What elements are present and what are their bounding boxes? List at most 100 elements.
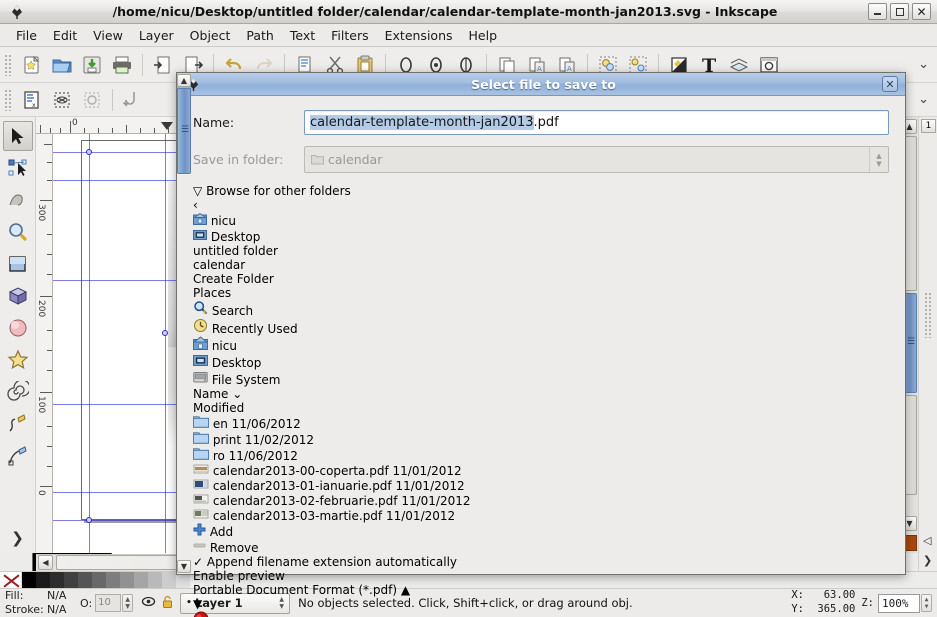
snap-toolbar-overflow-icon[interactable]: ⌄ bbox=[918, 92, 929, 107]
table-row[interactable]: en 11/06/2012 bbox=[193, 415, 471, 431]
snap-path-icon[interactable] bbox=[118, 85, 148, 115]
menu-extensions[interactable]: Extensions bbox=[377, 26, 461, 45]
cancel-button[interactable]: Cancel bbox=[193, 611, 889, 617]
tool-tweak[interactable] bbox=[3, 185, 33, 215]
breadcrumb-desktop[interactable]: Desktop bbox=[193, 228, 889, 244]
path-back-button[interactable]: ‹ bbox=[193, 198, 889, 212]
path-breadcrumb-bar: ‹ nicu Desktop untitled folder calendar … bbox=[192, 198, 889, 286]
opacity-spinner[interactable]: ▲ ▼ bbox=[122, 594, 134, 612]
breadcrumb-calendar[interactable]: calendar bbox=[193, 258, 889, 272]
palette-swatch[interactable] bbox=[92, 572, 106, 589]
enable-preview-row[interactable]: Enable preview bbox=[193, 569, 889, 583]
menu-edit[interactable]: Edit bbox=[45, 26, 85, 45]
table-row[interactable]: calendar2013-02-februarie.pdf 11/01/2012 bbox=[193, 493, 471, 508]
filename-input[interactable]: calendar-template-month-jan2013 .pdf bbox=[304, 110, 889, 135]
print-icon[interactable] bbox=[107, 50, 137, 80]
palette-swatch[interactable] bbox=[148, 572, 162, 589]
append-extension-checkbox[interactable]: ✓ bbox=[193, 555, 203, 569]
tool-ellipse[interactable] bbox=[3, 313, 33, 343]
tool-zoom[interactable] bbox=[3, 217, 33, 247]
recent-clock-icon bbox=[193, 319, 212, 336]
toolbox-more-icon[interactable]: ❯ bbox=[11, 529, 24, 547]
import-icon[interactable] bbox=[148, 50, 178, 80]
toolbar-grip[interactable] bbox=[4, 53, 13, 76]
guide-handle[interactable] bbox=[86, 517, 92, 523]
save-in-folder-combo[interactable]: calendar ▲ ▼ bbox=[304, 146, 889, 173]
place-item-nicu[interactable]: nicu bbox=[193, 336, 298, 353]
column-header-name[interactable]: Name ⌄ bbox=[193, 387, 889, 401]
tool-star[interactable] bbox=[3, 345, 33, 375]
add-place-button[interactable]: Add bbox=[193, 523, 889, 539]
breadcrumb-untitled-folder[interactable]: untitled folder bbox=[193, 244, 889, 258]
folder-combo-spinner[interactable]: ▲ ▼ bbox=[869, 147, 888, 172]
palette-swatch[interactable] bbox=[106, 572, 120, 589]
dock-collapse-icon[interactable]: ◁ bbox=[923, 534, 931, 547]
dialog-close-button[interactable]: ✕ bbox=[882, 76, 898, 92]
place-item-file-system[interactable]: File System bbox=[193, 370, 298, 387]
table-row[interactable]: calendar2013-01-ianuarie.pdf 11/01/2012 bbox=[193, 478, 471, 493]
guide-handle[interactable] bbox=[162, 330, 168, 336]
menu-path[interactable]: Path bbox=[238, 26, 281, 45]
new-document-icon[interactable] bbox=[17, 50, 47, 80]
menu-file[interactable]: File bbox=[8, 26, 45, 45]
tool-rectangle[interactable] bbox=[3, 249, 33, 279]
menu-filters[interactable]: Filters bbox=[323, 26, 376, 45]
place-item-recently-used[interactable]: Recently Used bbox=[193, 318, 298, 336]
palette-swatch[interactable] bbox=[162, 572, 176, 589]
fill-stroke-indicator[interactable]: Fill: N/A Stroke: N/A bbox=[0, 589, 74, 617]
place-item-desktop[interactable]: Desktop bbox=[193, 353, 298, 370]
file-modified: 11/02/2012 bbox=[244, 433, 315, 447]
snap-bounding-box-icon[interactable]: x bbox=[17, 85, 47, 115]
snap-nodes-icon[interactable] bbox=[47, 85, 77, 115]
tool-3d-box[interactable] bbox=[3, 281, 33, 311]
menu-help[interactable]: Help bbox=[461, 26, 506, 45]
column-header-modified[interactable]: Modified bbox=[193, 401, 889, 415]
menu-view[interactable]: View bbox=[85, 26, 131, 45]
scroll-left-icon[interactable]: ◀ bbox=[38, 555, 53, 570]
breadcrumb-nicu[interactable]: nicu bbox=[192, 212, 889, 228]
filetype-combo[interactable]: Portable Document Format (*.pdf) ▲ ▼ bbox=[193, 583, 889, 611]
palette-swatch[interactable] bbox=[134, 572, 148, 589]
minimize-button[interactable] bbox=[868, 3, 887, 20]
close-button[interactable]: ✕ bbox=[912, 3, 931, 20]
snap-toolbar-grip[interactable] bbox=[4, 88, 13, 111]
menu-object[interactable]: Object bbox=[182, 26, 239, 45]
page-indicator[interactable]: 1 bbox=[921, 119, 936, 133]
table-row[interactable]: print 11/02/2012 bbox=[193, 431, 471, 447]
layer-lock-icon[interactable] bbox=[161, 595, 174, 612]
toolbar-overflow-icon[interactable]: ⌄ bbox=[918, 57, 929, 72]
append-extension-row[interactable]: ✓ Append filename extension automaticall… bbox=[193, 555, 889, 569]
palette-swatch[interactable] bbox=[120, 572, 134, 589]
open-folder-icon[interactable] bbox=[47, 50, 77, 80]
tool-node-editor[interactable] bbox=[3, 153, 33, 183]
dock-expand-icon[interactable]: ❯ bbox=[923, 554, 932, 567]
create-folder-button[interactable]: Create Folder bbox=[193, 272, 889, 286]
maximize-button[interactable] bbox=[890, 3, 909, 20]
guide-handle[interactable] bbox=[86, 149, 92, 155]
sort-descending-icon: ⌄ bbox=[232, 387, 243, 401]
tool-spiral[interactable] bbox=[3, 377, 33, 407]
save-icon[interactable] bbox=[77, 50, 107, 80]
palette-swatch[interactable] bbox=[64, 572, 78, 589]
menu-text[interactable]: Text bbox=[282, 26, 323, 45]
palette-swatch[interactable] bbox=[50, 572, 64, 589]
table-row[interactable]: ro 11/06/2012 bbox=[193, 447, 471, 463]
table-row[interactable]: calendar2013-00-coperta.pdf 11/01/2012 bbox=[193, 463, 471, 478]
place-item-search[interactable]: Search bbox=[193, 300, 298, 318]
tool-pencil[interactable] bbox=[3, 409, 33, 439]
opacity-input[interactable]: 10 bbox=[95, 594, 122, 612]
tool-bezier-pen[interactable] bbox=[3, 441, 33, 471]
palette-swatch[interactable] bbox=[78, 572, 92, 589]
palette-swatch[interactable] bbox=[22, 572, 36, 589]
table-row[interactable]: calendar2013-03-martie.pdf 11/01/2012 bbox=[193, 508, 471, 523]
zoom-spinner[interactable]: ▲ ▼ bbox=[921, 594, 932, 612]
snap-object-icon[interactable] bbox=[77, 85, 107, 115]
menu-layer[interactable]: Layer bbox=[131, 26, 182, 45]
desktop-folder-icon bbox=[193, 355, 212, 370]
palette-none-swatch[interactable] bbox=[0, 572, 22, 589]
palette-swatch[interactable] bbox=[36, 572, 50, 589]
tool-selector[interactable] bbox=[2, 121, 33, 151]
file-name: calendar2013-01-ianuarie.pdf bbox=[212, 479, 392, 493]
visibility-eye-icon[interactable] bbox=[141, 595, 156, 611]
browse-for-other-folders-toggle[interactable]: ▽ Browse for other folders bbox=[193, 184, 889, 198]
